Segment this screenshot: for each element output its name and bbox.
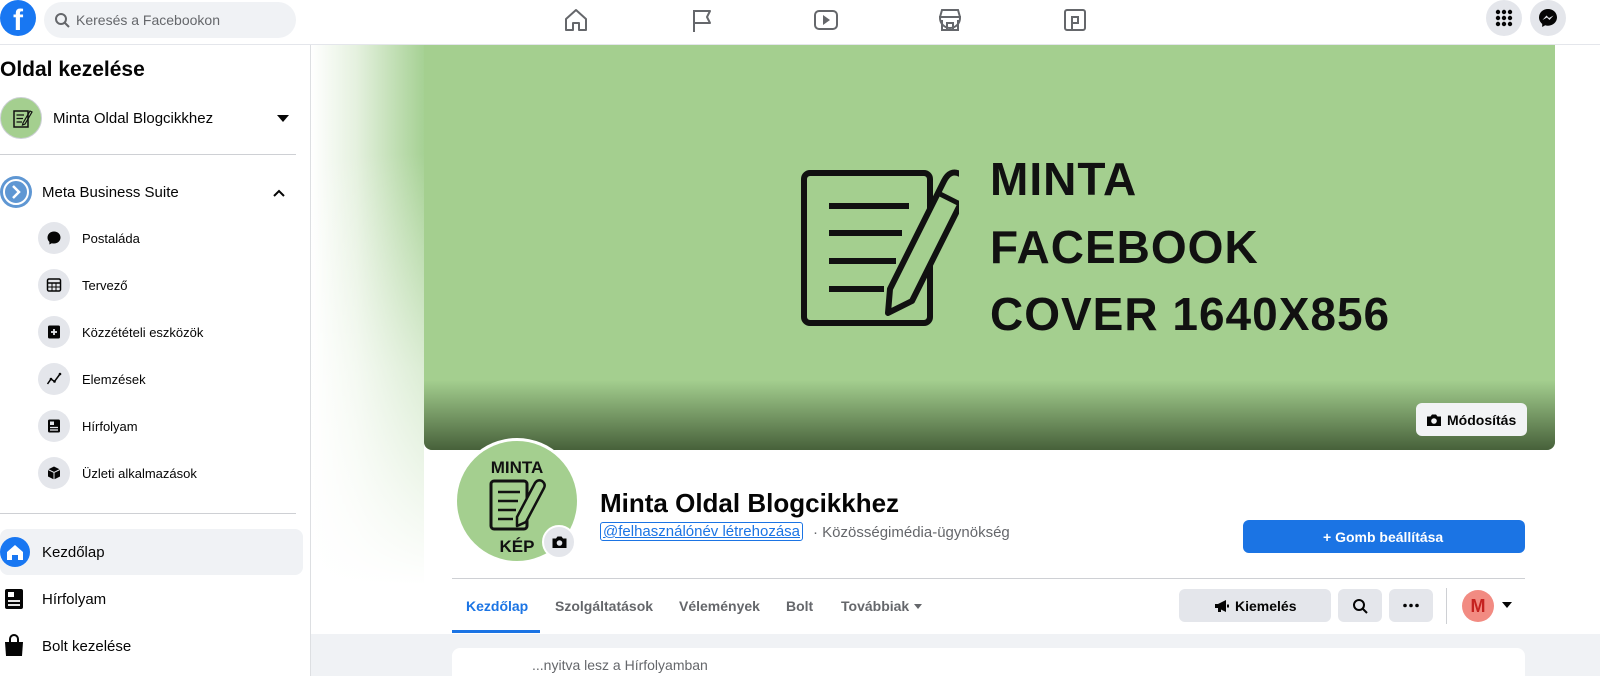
sidebar-title: Oldal kezelése [0, 58, 145, 81]
business-apps-icon [38, 457, 70, 489]
caret-down-icon[interactable] [1502, 602, 1512, 608]
top-navigation-bar: f [0, 0, 1600, 45]
search-input[interactable] [76, 2, 286, 38]
publishing-tools-icon [38, 316, 70, 348]
tab-tovabbiak[interactable]: Továbbiak [841, 598, 909, 614]
page-title: Minta Oldal Blogcikkhez [600, 488, 900, 518]
sidebar-item-hirfolyam-main[interactable]: Hírfolyam [0, 576, 303, 622]
avatar[interactable]: M [1462, 590, 1494, 622]
messenger-icon [1539, 9, 1557, 27]
divider [0, 513, 296, 514]
sidebar-item-label: Üzleti alkalmazások [82, 466, 197, 481]
watch-icon[interactable] [812, 6, 840, 34]
promote-button[interactable]: Kiemelés [1179, 589, 1331, 622]
search-icon [1353, 599, 1368, 614]
cover-text-line: MINTA [990, 153, 1138, 205]
update-profile-picture-button[interactable] [542, 525, 576, 559]
more-dots-icon [1403, 603, 1419, 608]
sidebar-item-postalada[interactable]: Postaláda [38, 222, 296, 258]
search-box[interactable] [44, 2, 296, 38]
cover-gradient [424, 380, 1555, 450]
page-switcher[interactable]: Minta Oldal Blogcikkhez [0, 97, 296, 143]
document-pencil-icon [489, 479, 546, 531]
home-icon [0, 537, 30, 567]
news-feed-icon [38, 410, 70, 442]
sidebar-item-hirfolyam[interactable]: Hírfolyam [38, 410, 296, 446]
cover-text-line: COVER 1640X856 [990, 288, 1391, 340]
marketplace-icon[interactable] [936, 6, 964, 34]
sidebar-item-label: Bolt kezelése [42, 638, 132, 655]
caret-down-icon [914, 604, 922, 609]
cover-fade [311, 45, 424, 585]
sidebar-item-label: Elemzések [82, 372, 146, 387]
divider [452, 578, 1525, 579]
more-options-button[interactable] [1389, 589, 1433, 622]
sidebar-item-label: Hírfolyam [82, 419, 138, 434]
sidebar-item-uzleti-alkalmazasok[interactable]: Üzleti alkalmazások [38, 457, 296, 493]
search-page-button[interactable] [1338, 589, 1382, 622]
sidebar-item-label: Közzétételi eszközök [82, 325, 204, 340]
flag-icon[interactable] [688, 6, 716, 34]
tab-szolgaltatasok[interactable]: Szolgáltatások [555, 598, 653, 614]
tab-bolt[interactable]: Bolt [786, 598, 813, 614]
menu-grid-button[interactable] [1486, 0, 1522, 36]
sidebar-item-kozzeteteli-eszkozok[interactable]: Közzétételi eszközök [38, 316, 296, 352]
news-feed-icon [0, 584, 30, 614]
content-card: ...nyitva lesz a Hírfolyamban [452, 648, 1525, 676]
edit-cover-label: Módosítás [1447, 412, 1517, 428]
add-button-button[interactable]: + Gomb beállítása [1243, 520, 1525, 553]
camera-icon [552, 536, 567, 548]
left-sidebar: Oldal kezelése Minta Oldal Blogcikkhez M… [0, 45, 311, 676]
divider [1446, 588, 1447, 624]
menu-grid-icon [1495, 9, 1513, 27]
card-text: ...nyitva lesz a Hírfolyamban [532, 657, 708, 673]
sidebar-item-kezdolap[interactable]: Kezdőlap [0, 529, 303, 575]
caret-down-icon[interactable] [277, 115, 289, 122]
meta-business-suite-toggle[interactable]: Meta Business Suite [0, 176, 296, 212]
sidebar-item-label: Tervező [82, 278, 128, 293]
profile-pic-text-top: MINTA [490, 458, 544, 477]
tab-kezdolap[interactable]: Kezdőlap [466, 598, 528, 614]
messenger-button[interactable] [1530, 0, 1566, 36]
active-tab-indicator [452, 630, 540, 633]
chat-bubble-icon [38, 222, 70, 254]
sidebar-item-bolt-kezelese[interactable]: Bolt kezelése [0, 623, 303, 669]
facebook-logo[interactable]: f [0, 0, 36, 36]
chevron-up-icon[interactable] [272, 188, 286, 198]
insights-icon [38, 363, 70, 395]
sidebar-item-label: Hírfolyam [42, 591, 107, 608]
calendar-icon [38, 269, 70, 301]
tab-velemenyek[interactable]: Vélemények [679, 598, 760, 614]
document-pencil-icon [801, 169, 959, 326]
content-area: ...nyitva lesz a Hírfolyamban [311, 634, 1600, 676]
page-avatar [0, 97, 42, 139]
search-icon [55, 13, 70, 28]
promote-label: Kiemelés [1235, 598, 1297, 614]
page-category: · Közösségimédia-ügynökség [813, 524, 1010, 541]
meta-business-suite-icon [0, 176, 32, 208]
sidebar-item-elemzesek[interactable]: Elemzések [38, 363, 296, 399]
sidebar-item-label: Postaláda [82, 231, 140, 246]
sidebar-item-label: Kezdőlap [42, 544, 105, 561]
meta-business-suite-label: Meta Business Suite [42, 184, 179, 201]
add-button-label: + Gomb beállítása [1323, 529, 1444, 545]
main-content: MINTA FACEBOOK COVER 1640X856 Módosítás … [311, 45, 1600, 676]
page-name: Minta Oldal Blogcikkhez [53, 110, 214, 127]
divider [0, 154, 296, 155]
camera-icon [1427, 414, 1441, 426]
cover-photo[interactable]: MINTA FACEBOOK COVER 1640X856 Módosítás [424, 45, 1555, 450]
home-icon[interactable] [562, 6, 590, 34]
megaphone-icon [1215, 600, 1229, 612]
create-username-link[interactable]: @felhasználónév létrehozása [600, 522, 804, 541]
cover-text-line: FACEBOOK [990, 221, 1259, 273]
sidebar-item-tervezo[interactable]: Tervező [38, 269, 296, 305]
gaming-icon[interactable] [1061, 6, 1089, 34]
edit-cover-button[interactable]: Módosítás [1416, 403, 1527, 436]
shopping-bag-icon [0, 631, 30, 661]
